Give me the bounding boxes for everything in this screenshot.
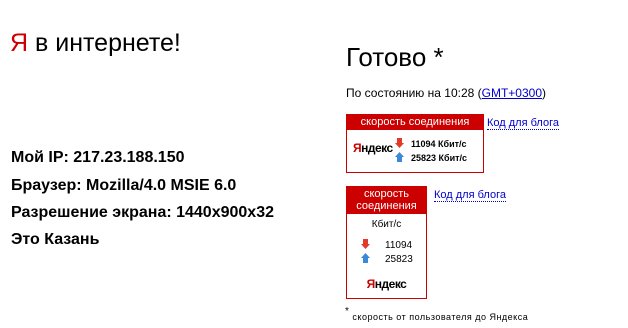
yandex-logo: Яндекс: [353, 141, 393, 155]
arrow-down-icon: [395, 138, 404, 148]
logo-rest: ндекс: [361, 141, 393, 155]
page-title: Я в интернете!: [10, 28, 181, 58]
speed-unit: Кбит/с: [371, 219, 402, 230]
title-rest: в интернете!: [28, 29, 181, 57]
logo-first-letter: Я: [353, 141, 362, 155]
time-prefix: По состоянию на 10:28 (: [346, 86, 482, 100]
upload-speed: 25823 Кбит/с: [411, 153, 468, 163]
download-speed: 11094: [385, 240, 413, 251]
blog-code-link[interactable]: Код для блога: [487, 117, 559, 130]
arrow-up-icon: [395, 152, 404, 162]
blog-code-link[interactable]: Код для блога: [434, 189, 506, 202]
header-line-2: соединения: [356, 200, 417, 212]
speed-widget-wide[interactable]: скорость соединения Яндекс 11094 Кбит/с …: [346, 114, 484, 173]
timezone-link[interactable]: GMT+0300: [482, 86, 542, 100]
city-line: Это Казань: [11, 231, 100, 248]
ip-line: Мой IP: 217.23.188.150: [11, 149, 185, 166]
status-title: Готово *: [346, 42, 444, 72]
widget-header: скорость соединения: [347, 115, 483, 130]
footnote-text: скорость от пользователя до Яндекса: [349, 312, 529, 322]
widget-header: скорость соединения: [347, 187, 426, 214]
footnote-star: *: [345, 306, 350, 317]
arrow-down-icon: [361, 239, 370, 249]
logo-rest: ндекс: [374, 277, 407, 291]
logo-first-letter: Я: [366, 277, 376, 291]
upload-speed: 25823: [385, 254, 413, 265]
status-time: По состоянию на 10:28 (GMT+0300): [346, 86, 546, 100]
yandex-logo: Яндекс: [347, 277, 426, 291]
resolution-line: Разрешение экрана: 1440x900x32: [11, 204, 274, 221]
browser-line: Браузер: Mozilla/4.0 MSIE 6.0: [11, 177, 237, 194]
title-ya: Я: [10, 29, 29, 57]
header-line-1: скорость: [363, 188, 410, 200]
speed-widget-tall[interactable]: скорость соединения Кбит/с 11094 25823 Я…: [346, 186, 427, 299]
time-suffix: ): [542, 86, 547, 100]
footnote: * скорость от пользователя до Яндекса: [345, 306, 529, 323]
arrow-up-icon: [361, 253, 370, 263]
download-speed: 11094 Кбит/с: [411, 139, 467, 149]
